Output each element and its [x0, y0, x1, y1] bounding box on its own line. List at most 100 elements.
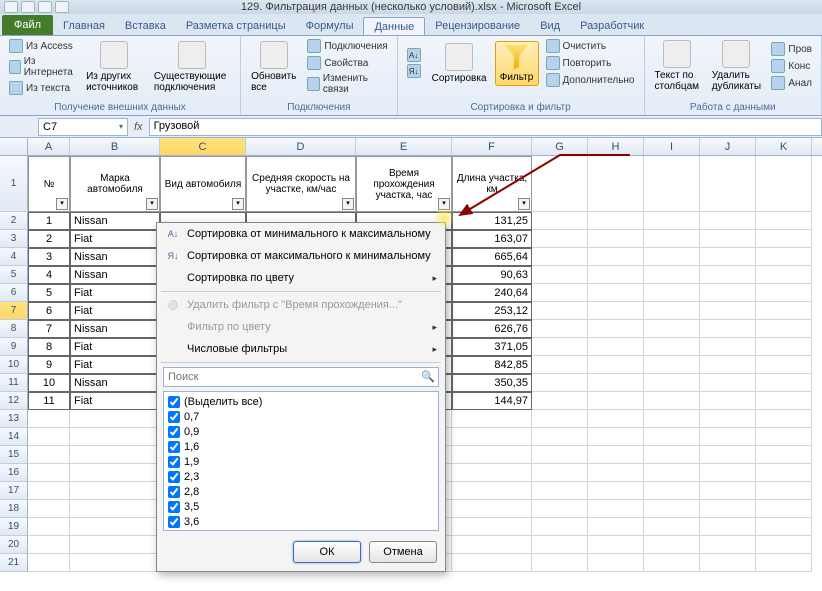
cell[interactable]	[588, 464, 644, 482]
cell[interactable]: Fiat	[70, 230, 160, 248]
cell[interactable]	[700, 410, 756, 428]
cell[interactable]	[644, 554, 700, 572]
cell[interactable]: 350,35	[452, 374, 532, 392]
row-header[interactable]: 7	[0, 302, 28, 320]
row-header[interactable]: 10	[0, 356, 28, 374]
cell[interactable]	[588, 482, 644, 500]
cell[interactable]	[28, 428, 70, 446]
cell[interactable]: 4	[28, 266, 70, 284]
cell[interactable]	[588, 230, 644, 248]
cell[interactable]	[70, 428, 160, 446]
cell[interactable]	[644, 302, 700, 320]
save-icon[interactable]	[21, 1, 35, 13]
sort-desc-menuitem[interactable]: Я↓Сортировка от максимального к минималь…	[157, 245, 445, 267]
row-header[interactable]: 21	[0, 554, 28, 572]
filter-checkbox[interactable]	[168, 456, 180, 468]
cell[interactable]: 2	[28, 230, 70, 248]
cell[interactable]: 131,25	[452, 212, 532, 230]
advanced-filter-button[interactable]: Дополнительно	[543, 72, 638, 88]
cell[interactable]	[70, 518, 160, 536]
row-header[interactable]: 11	[0, 374, 28, 392]
col-header-H[interactable]: H	[588, 138, 644, 155]
cell[interactable]	[700, 284, 756, 302]
cell[interactable]	[756, 338, 812, 356]
filter-search-input[interactable]	[163, 367, 439, 387]
number-filters-menuitem[interactable]: Числовые фильтры▸	[157, 338, 445, 360]
filter-checkbox[interactable]	[168, 471, 180, 483]
row-header[interactable]: 1	[0, 156, 28, 212]
cell[interactable]	[644, 464, 700, 482]
cell[interactable]	[644, 518, 700, 536]
filter-dropdown-icon[interactable]: ▾	[342, 198, 354, 210]
cell[interactable]	[700, 356, 756, 374]
cell[interactable]	[644, 482, 700, 500]
cell[interactable]: 253,12	[452, 302, 532, 320]
cell[interactable]	[532, 248, 588, 266]
cell[interactable]: Nissan	[70, 266, 160, 284]
col-header-I[interactable]: I	[644, 138, 700, 155]
cell[interactable]	[532, 266, 588, 284]
cell[interactable]	[588, 356, 644, 374]
consolidate-button[interactable]: Конс	[768, 58, 815, 74]
tab-home[interactable]: Главная	[53, 17, 115, 35]
cell[interactable]: 1	[28, 212, 70, 230]
cell[interactable]	[700, 374, 756, 392]
cell[interactable]	[452, 536, 532, 554]
filter-dropdown-icon[interactable]: ▾	[146, 198, 158, 210]
tab-insert[interactable]: Вставка	[115, 17, 176, 35]
cell[interactable]	[532, 500, 588, 518]
filter-check-item[interactable]: 1,6	[166, 439, 436, 454]
cell[interactable]	[532, 410, 588, 428]
cell[interactable]	[700, 230, 756, 248]
cell[interactable]	[700, 536, 756, 554]
name-box[interactable]: C7	[38, 118, 128, 136]
row-header[interactable]: 20	[0, 536, 28, 554]
cell[interactable]: 5	[28, 284, 70, 302]
col-header-E[interactable]: E	[356, 138, 452, 155]
cell[interactable]	[532, 212, 588, 230]
filter-check-item[interactable]: 0,7	[166, 409, 436, 424]
cell[interactable]	[644, 446, 700, 464]
cell[interactable]: 6	[28, 302, 70, 320]
cell[interactable]	[70, 500, 160, 518]
cell[interactable]	[452, 410, 532, 428]
filter-check-item[interactable]: 2,8	[166, 484, 436, 499]
from-other-button[interactable]: Из других источников	[82, 39, 146, 95]
filter-check-item[interactable]: 3,6	[166, 514, 436, 529]
cell[interactable]	[756, 500, 812, 518]
cell[interactable]	[756, 284, 812, 302]
cell[interactable]: 842,85	[452, 356, 532, 374]
filter-checkbox[interactable]	[168, 411, 180, 423]
sort-desc-button[interactable]: Я↓	[404, 63, 424, 79]
cell[interactable]	[588, 518, 644, 536]
cell[interactable]: 90,63	[452, 266, 532, 284]
row-header[interactable]: 4	[0, 248, 28, 266]
cell[interactable]	[588, 500, 644, 518]
cell[interactable]	[644, 248, 700, 266]
cell[interactable]	[452, 464, 532, 482]
cell[interactable]	[588, 266, 644, 284]
tab-view[interactable]: Вид	[530, 17, 570, 35]
filter-dropdown-icon[interactable]: ▾	[232, 198, 244, 210]
cell[interactable]	[756, 410, 812, 428]
clear-filter-button[interactable]: Очистить	[543, 38, 638, 54]
filter-checkbox[interactable]	[168, 501, 180, 513]
cell[interactable]	[756, 446, 812, 464]
row-header[interactable]: 8	[0, 320, 28, 338]
cell[interactable]	[532, 482, 588, 500]
tab-review[interactable]: Рецензирование	[425, 17, 530, 35]
whatif-button[interactable]: Анал	[768, 75, 815, 91]
cell[interactable]	[700, 428, 756, 446]
tab-formulas[interactable]: Формулы	[296, 17, 364, 35]
cell[interactable]: Nissan	[70, 374, 160, 392]
from-web-button[interactable]: Из Интернета	[6, 55, 78, 79]
filter-check-item[interactable]: 3,5	[166, 499, 436, 514]
cell[interactable]	[644, 410, 700, 428]
cell[interactable]	[588, 410, 644, 428]
cell[interactable]: Nissan	[70, 320, 160, 338]
row-header[interactable]: 9	[0, 338, 28, 356]
col-header-B[interactable]: B	[70, 138, 160, 155]
cell[interactable]	[700, 482, 756, 500]
cell[interactable]	[532, 464, 588, 482]
filter-check-item[interactable]: 1,9	[166, 454, 436, 469]
